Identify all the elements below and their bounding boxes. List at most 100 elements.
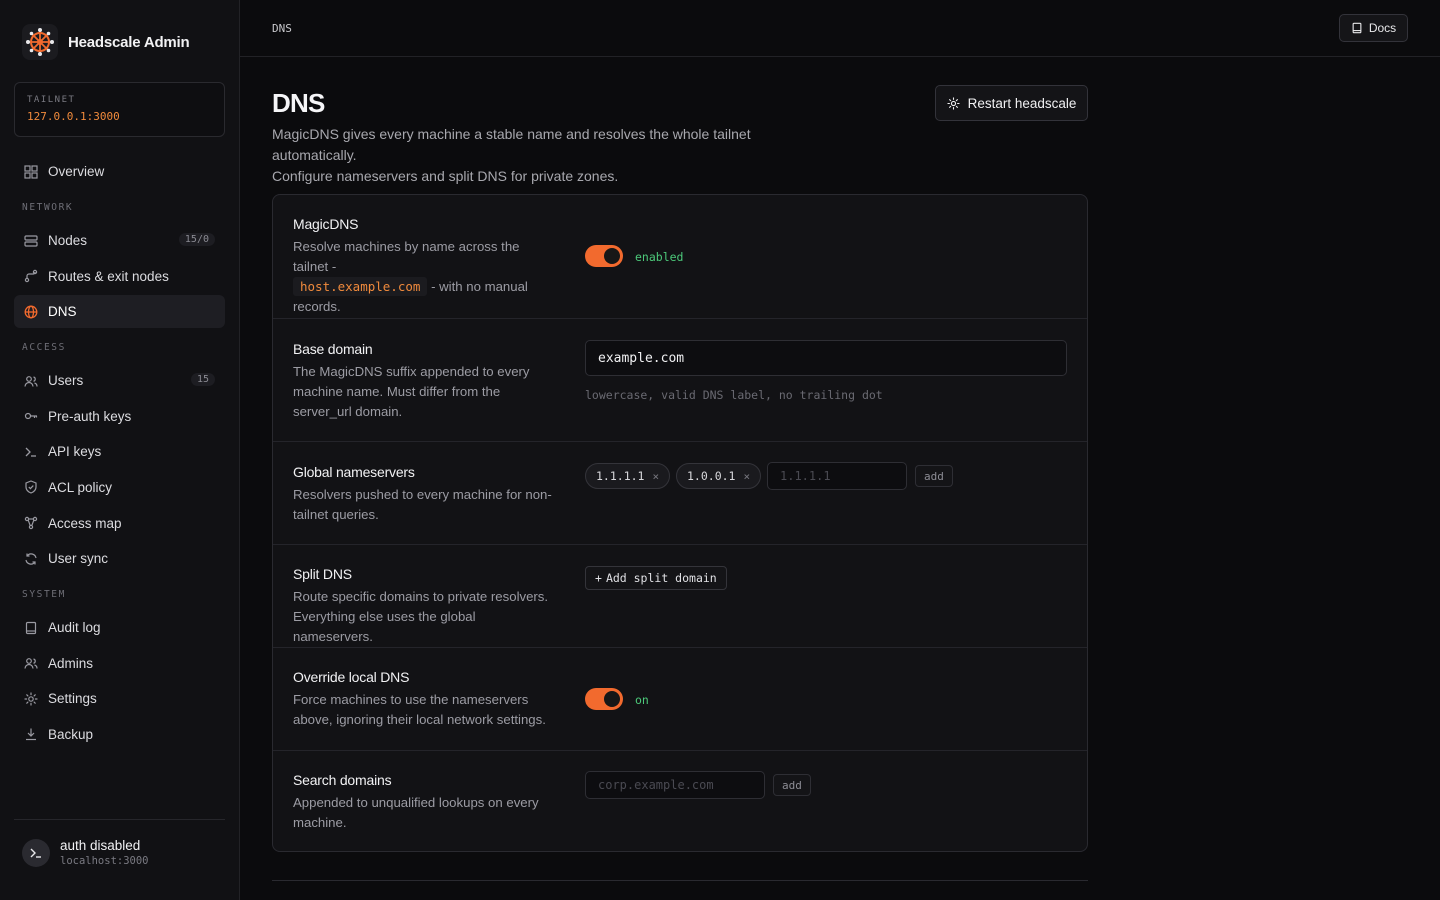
add-split-domain-button[interactable]: + Add split domain (585, 566, 727, 590)
key-icon (24, 409, 38, 423)
sidebar-item-routes[interactable]: Routes & exit nodes (14, 260, 225, 293)
auth-status-host: localhost:3000 (60, 855, 149, 867)
plus-icon: + (595, 571, 602, 585)
sidebar-item-label: Backup (48, 726, 94, 742)
search-domains-title: Search domains (293, 772, 392, 788)
magicdns-desc-text: Resolve machines by name across the tail… (293, 239, 520, 274)
breadcrumb: DNS (272, 22, 292, 35)
global-nameservers-title: Global nameservers (293, 464, 415, 480)
sidebar-item-label: Nodes (48, 233, 88, 248)
sidebar-item-admins[interactable]: Admins (14, 647, 225, 680)
sidebar-nav: Overview NETWORK Nodes 15/0 Routes & exi… (14, 155, 225, 754)
split-dns-description: Route specific domains to private resolv… (293, 589, 549, 644)
globe-icon (24, 305, 38, 319)
nameserver-chip: 1.1.1.1 × (585, 463, 671, 489)
sidebar-item-nodes[interactable]: Nodes 15/0 (14, 224, 225, 257)
sidebar-item-label: Access map (48, 515, 122, 531)
split-dns-title: Split DNS (293, 566, 352, 582)
restart-headscale-button[interactable]: Restart headscale (935, 85, 1088, 121)
sidebar-item-backup[interactable]: Backup (14, 718, 225, 751)
nameserver-address: 1.1.1.1 (596, 469, 645, 483)
grid-icon (24, 164, 38, 179)
download-icon (24, 727, 38, 741)
split-dns-row: Split DNS Route specific domains to priv… (273, 544, 1087, 647)
nodes-count-badge: 15/0 (178, 233, 215, 246)
sidebar-item-label: Settings (48, 691, 97, 707)
remove-nameserver-icon[interactable]: × (743, 470, 750, 483)
magicdns-toggle[interactable] (585, 245, 623, 267)
add-search-domain-button[interactable]: add (773, 774, 811, 796)
docs-button[interactable]: Docs (1339, 14, 1408, 42)
base-domain-description: The MagicDNS suffix appended to every ma… (293, 364, 530, 419)
docs-button-label: Docs (1368, 21, 1397, 35)
base-domain-title: Base domain (293, 341, 373, 357)
nav-section-network: NETWORK (22, 201, 74, 213)
auth-status-title: auth disabled (60, 838, 141, 853)
sidebar-item-api-keys[interactable]: API keys (14, 435, 225, 468)
users-icon (24, 374, 38, 388)
sidebar-item-label: User sync (48, 551, 109, 567)
magicdns-example-code: host.example.com (293, 277, 428, 296)
sidebar-item-users[interactable]: Users 15 (14, 364, 225, 397)
search-domains-row: Search domains Appended to unqualified l… (273, 750, 1087, 851)
shield-icon (24, 480, 38, 495)
sidebar-item-preauth-keys[interactable]: Pre-auth keys (14, 400, 225, 433)
nameserver-address: 1.0.0.1 (687, 469, 736, 483)
override-local-dns-title: Override local DNS (293, 669, 410, 685)
tailnet-label: TAILNET (27, 95, 76, 105)
sidebar: Headscale Admin TAILNET 127.0.0.1:3000 O… (0, 0, 240, 900)
network-graph-icon (24, 516, 38, 530)
sidebar-item-access-map[interactable]: Access map (14, 507, 225, 540)
app-title: Headscale Admin (68, 33, 190, 51)
global-nameservers-row: Global nameservers Resolvers pushed to e… (273, 441, 1087, 544)
override-local-dns-toggle[interactable] (585, 688, 623, 710)
tailnet-selector[interactable]: TAILNET 127.0.0.1:3000 (14, 82, 225, 137)
add-nameserver-button[interactable]: add (915, 465, 953, 487)
sidebar-item-label: Audit log (48, 620, 101, 636)
sidebar-item-dns[interactable]: DNS (14, 295, 225, 329)
nameserver-chip: 1.0.0.1 × (676, 463, 762, 489)
gear-icon (946, 96, 960, 110)
dns-settings-card: MagicDNS Resolve machines by name across… (272, 194, 1088, 852)
override-local-dns-row: Override local DNS Force machines to use… (273, 647, 1087, 750)
sidebar-item-label: Pre-auth keys (48, 408, 132, 424)
page-title: DNS (272, 88, 325, 118)
base-domain-input[interactable]: example.com (585, 340, 1067, 376)
book-icon (24, 621, 38, 635)
nav-section-system: SYSTEM (22, 588, 66, 600)
sidebar-item-label: API keys (48, 444, 102, 460)
sidebar-item-overview[interactable]: Overview (14, 155, 225, 188)
sidebar-item-user-sync[interactable]: User sync (14, 542, 225, 575)
nameserver-input[interactable]: 1.1.1.1 (767, 462, 907, 490)
auth-status: auth disabled localhost:3000 (14, 819, 225, 867)
avatar (22, 838, 50, 867)
users-count-badge: 15 (190, 373, 215, 387)
page-description-line: MagicDNS gives every machine a stable na… (272, 126, 751, 163)
brand[interactable]: Headscale Admin (22, 24, 190, 60)
search-domains-description: Appended to unqualified lookups on every… (293, 795, 539, 830)
sidebar-item-label: ACL policy (48, 479, 113, 495)
headscale-logo-icon (22, 24, 58, 60)
base-domain-row: Base domain The MagicDNS suffix appended… (273, 318, 1087, 441)
page-description: MagicDNS gives every machine a stable na… (272, 124, 832, 187)
magicdns-row: MagicDNS Resolve machines by name across… (273, 195, 1087, 318)
page-description-line: Configure nameservers and split DNS for … (272, 168, 619, 184)
sidebar-item-label: Overview (48, 164, 105, 179)
sidebar-item-settings[interactable]: Settings (14, 682, 225, 715)
sidebar-item-acl-policy[interactable]: ACL policy (14, 471, 225, 504)
terminal-icon (24, 445, 38, 459)
section-divider (272, 880, 1088, 881)
remove-nameserver-icon[interactable]: × (652, 470, 659, 483)
override-local-dns-description: Force machines to use the nameservers ab… (293, 692, 546, 727)
book-icon (1352, 22, 1362, 34)
global-nameservers-description: Resolvers pushed to every machine for no… (293, 487, 552, 522)
sidebar-item-audit-log[interactable]: Audit log (14, 611, 225, 644)
server-icon (24, 234, 38, 248)
route-icon (24, 269, 38, 283)
gear-icon (24, 692, 38, 706)
topbar: DNS Docs (240, 0, 1440, 57)
base-domain-hint: lowercase, valid DNS label, no trailing … (585, 388, 883, 402)
search-domain-input[interactable]: corp.example.com (585, 771, 765, 799)
sidebar-item-label: Admins (48, 655, 94, 671)
nav-section-access: ACCESS (22, 341, 66, 353)
